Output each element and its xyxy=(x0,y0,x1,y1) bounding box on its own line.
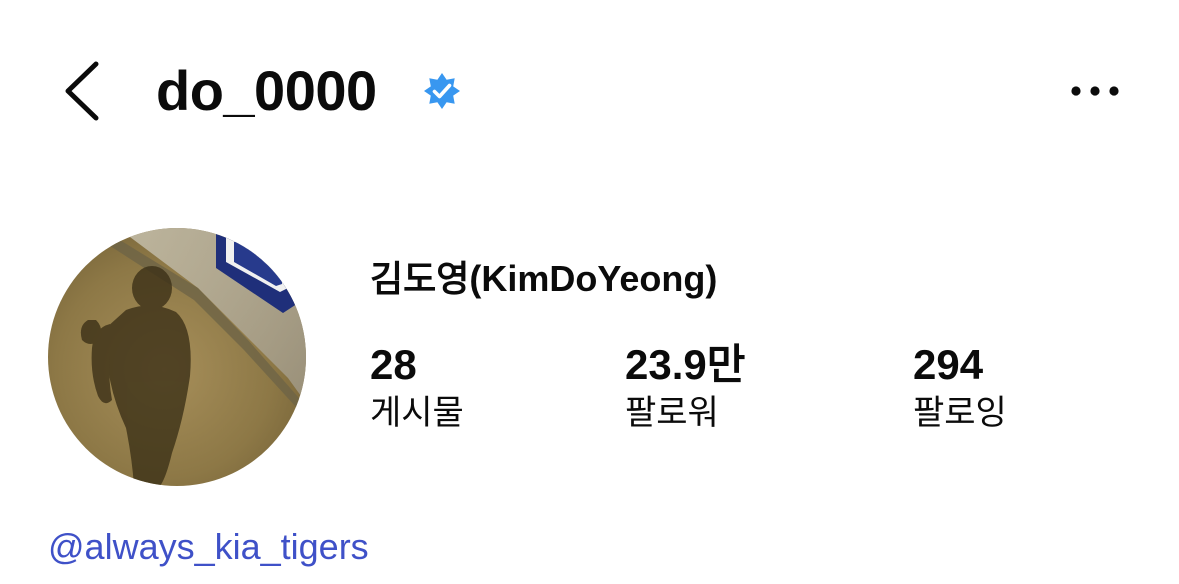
posts-stat[interactable]: 28 게시물 xyxy=(370,340,464,436)
following-stat[interactable]: 294 팔로잉 xyxy=(913,340,1007,436)
profile-display-name: 김도영(KimDoYeong) xyxy=(370,258,718,299)
more-options-icon[interactable] xyxy=(1066,74,1124,108)
followers-stat[interactable]: 23.9만 팔로워 xyxy=(625,340,745,436)
mentioned-account-link[interactable]: @always_kia_tigers xyxy=(48,522,369,572)
verified-badge-icon xyxy=(423,72,461,110)
following-count: 294 xyxy=(913,341,984,388)
followers-count: 23.9만 xyxy=(625,341,746,388)
posts-label: 게시물 xyxy=(370,394,464,432)
profile-username: do_0000 xyxy=(156,59,377,122)
posts-count: 28 xyxy=(370,341,417,388)
back-chevron-icon[interactable] xyxy=(58,58,108,124)
followers-label: 팔로워 xyxy=(625,394,719,432)
following-label: 팔로잉 xyxy=(913,394,1007,432)
profile-avatar[interactable] xyxy=(48,228,306,486)
